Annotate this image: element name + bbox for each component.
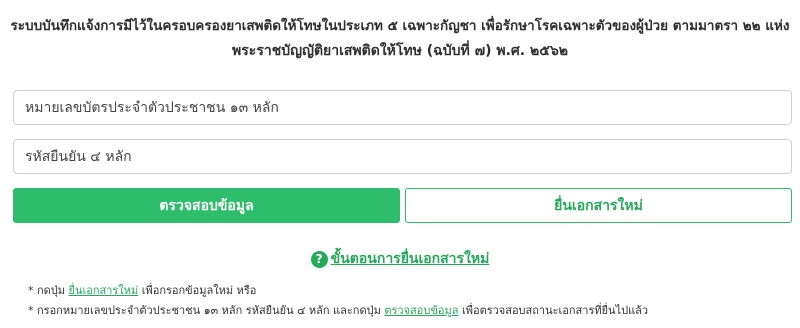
submit-new-document-button[interactable]: ยื่นเอกสารใหม่ <box>405 188 792 223</box>
note1-suffix: เพื่อกรอกข้อมูลใหม่ หรือ <box>138 284 257 297</box>
note-new-document: * กดปุ่ม ยื่นเอกสารใหม่ เพื่อกรอกข้อมูลใ… <box>28 281 788 301</box>
page-title: ระบบบันทึกแจ้งการมีไว้ในครอบครองยาเสพติด… <box>10 14 790 64</box>
submission-steps-label[interactable]: ขั้นตอนการยื่นเอกสารใหม่ <box>331 248 490 270</box>
note1-prefix: * กดปุ่ม <box>28 284 69 297</box>
verification-code-input[interactable] <box>13 139 792 174</box>
note2-prefix: * กรอกหมายเลขประจำตัวประชาชน ๑๓ หลัก รหั… <box>28 304 385 317</box>
note-check-status: * กรอกหมายเลขประจำตัวประชาชน ๑๓ หลัก รหั… <box>28 301 788 321</box>
instruction-notes: * กดปุ่ม ยื่นเอกสารใหม่ เพื่อกรอกข้อมูลใ… <box>28 281 788 321</box>
note2-check-data-link[interactable]: ตรวจสอบข้อมูล <box>384 304 458 317</box>
citizen-id-input[interactable] <box>13 90 792 125</box>
note1-new-document-link[interactable]: ยื่นเอกสารใหม่ <box>69 284 139 297</box>
check-data-button[interactable]: ตรวจสอบข้อมูล <box>13 188 400 223</box>
page: ระบบบันทึกแจ้งการมีไว้ในครอบครองยาเสพติด… <box>0 0 800 328</box>
page-title-line1: ระบบบันทึกแจ้งการมีไว้ในครอบครองยาเสพติด… <box>10 18 790 34</box>
page-title-line2: พระราชบัญญัติยาเสพติดให้โทษ (ฉบับที่ ๗) … <box>232 43 568 59</box>
question-circle-icon: ? <box>310 250 328 268</box>
submission-steps-link[interactable]: ? ขั้นตอนการยื่นเอกสารใหม่ <box>0 248 800 270</box>
note2-suffix: เพื่อตรวจสอบสถานะเอกสารที่ยื่นไปแล้ว <box>458 304 649 317</box>
